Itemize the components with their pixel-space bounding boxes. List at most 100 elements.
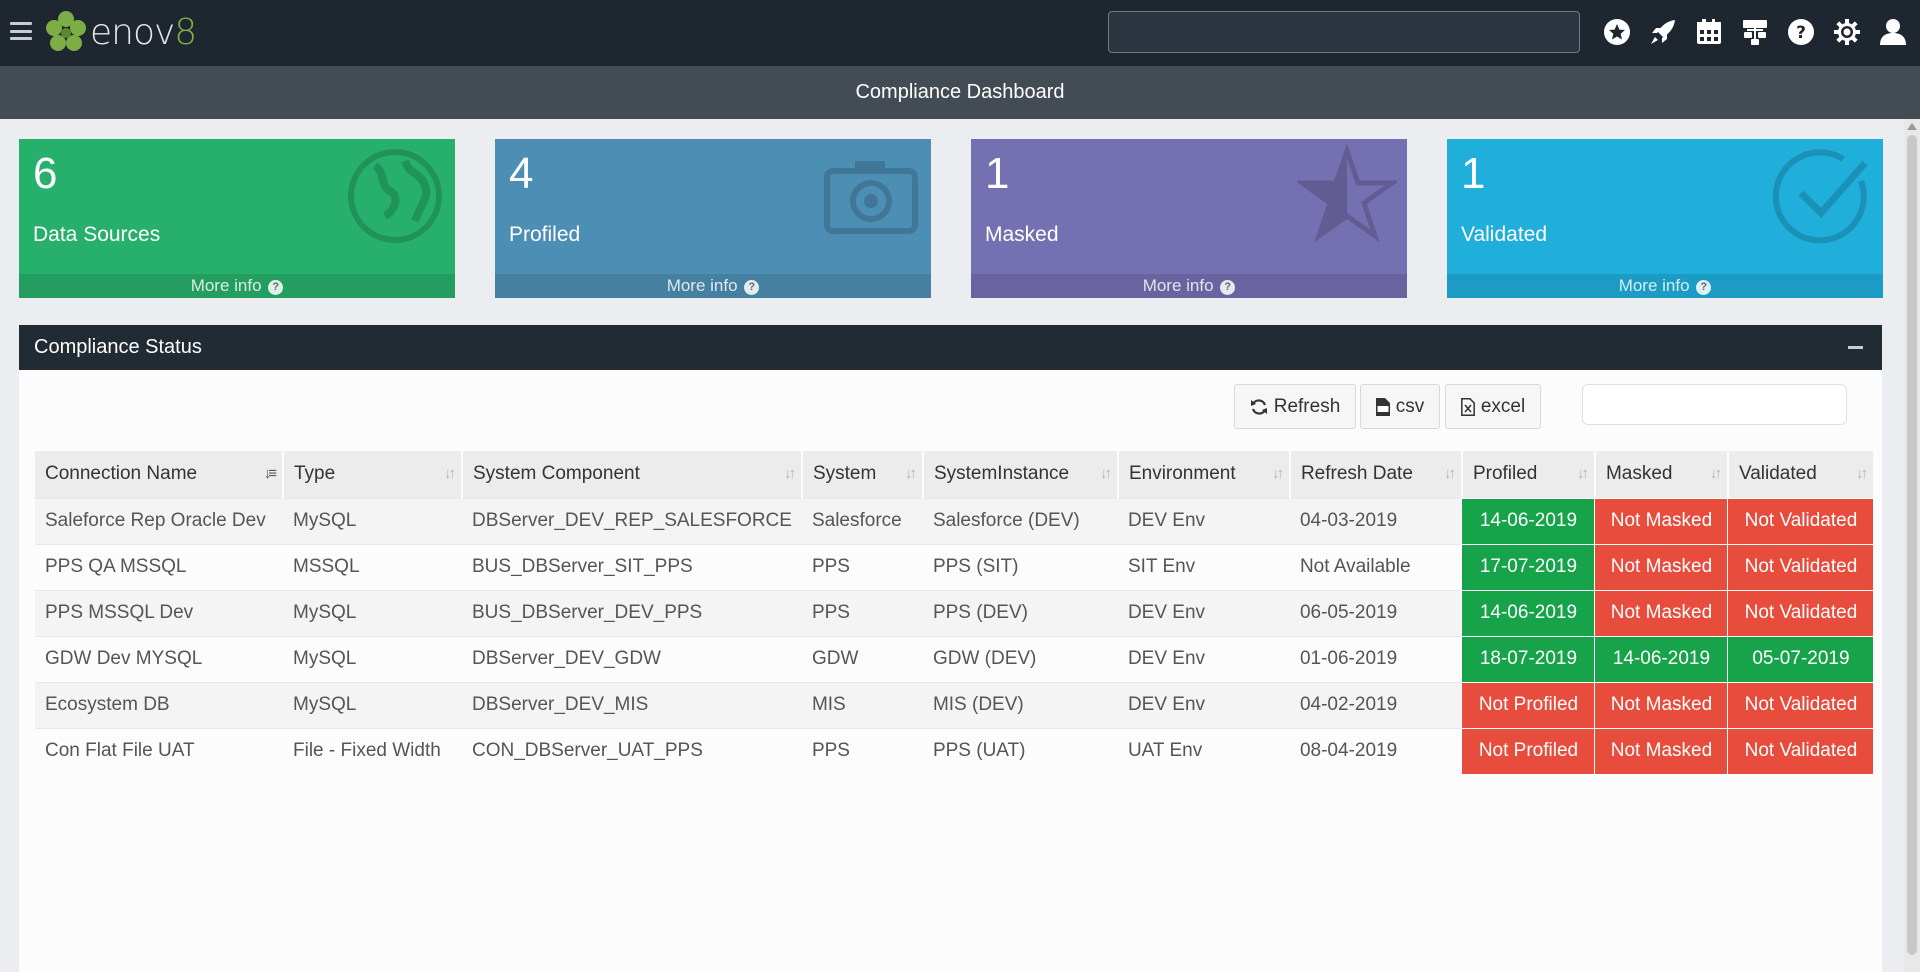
help-icon: ? [1220,280,1236,295]
csv-file-icon [1375,397,1390,416]
help-icon: ? [744,280,760,295]
status-profiled: 14-06-2019 [1461,497,1596,545]
profiled-more-info[interactable]: More info ? [495,274,931,298]
profiled-box: 4 Profiled More info ? [495,139,931,298]
col-validated[interactable]: Validated ↓↑ [1727,451,1875,498]
rocket-icon[interactable] [1646,14,1680,50]
table-row[interactable]: Con Flat File UAT File - Fixed Width CON_D… [35,727,1875,775]
table-row[interactable]: Saleforce Rep Oracle Dev MySQL DBServer_DE… [35,497,1875,545]
status-masked: Not Masked [1594,589,1729,637]
cell-component: BUS_DBServer_DEV_PPS [462,589,802,636]
data-sources-box: 6 Data Sources More info ? [19,139,455,298]
cell-refresh: 08-04-2019 [1289,727,1462,774]
cell-environment: UAT Env [1117,727,1290,774]
col-profiled[interactable]: Profiled ↓↑ [1461,451,1596,498]
col-connection-name[interactable]: Connection Name ↓≡ [35,451,284,498]
top-navbar: enov8 ? [0,0,1920,66]
data-sources-more-info[interactable]: More info ? [19,274,455,298]
status-validated: Not Validated [1727,497,1875,545]
masked-box: 1 Masked More info ? [971,139,1407,298]
collapse-icon[interactable] [1848,346,1863,349]
excel-button[interactable]: excel [1445,384,1541,429]
global-search-input[interactable] [1108,11,1580,53]
sort-icon: ↓↑ [904,465,917,482]
cell-component: BUS_DBServer_SIT_PPS [462,543,802,590]
col-refresh-date[interactable]: Refresh Date ↓↑ [1289,451,1463,498]
user-icon[interactable] [1876,14,1910,50]
status-masked: Not Masked [1594,543,1729,591]
col-masked[interactable]: Masked ↓↑ [1594,451,1729,498]
status-validated: Not Validated [1727,543,1875,591]
vertical-scrollbar[interactable] [1904,119,1920,972]
logo-text: enov8 [90,11,197,53]
cell-type: File - Fixed Width [283,727,462,774]
refresh-icon [1250,398,1267,415]
cell-type: MySQL [283,681,462,728]
enov8-logo[interactable]: enov8 [44,8,197,56]
cell-component: CON_DBServer_UAT_PPS [462,727,802,774]
status-masked: 14-06-2019 [1594,635,1729,683]
sort-icon: ↓↑ [1271,465,1284,482]
validated-more-info[interactable]: More info ? [1447,274,1883,298]
gear-icon[interactable] [1830,14,1864,50]
status-profiled: 18-07-2019 [1461,635,1596,683]
cell-instance: PPS (UAT) [922,727,1118,774]
cell-connection: PPS MSSQL Dev [35,589,283,636]
csv-button[interactable]: csv [1360,384,1440,429]
status-profiled: Not Profiled [1461,727,1596,775]
table-row[interactable]: Ecosystem DB MySQL DBServer_DEV_MIS MIS MIS … [35,681,1875,729]
sort-icon: ↓↑ [1443,465,1456,482]
cell-type: MySQL [283,635,462,682]
cell-system: PPS [801,727,923,774]
cell-refresh: Not Available [1289,543,1462,590]
cell-connection: Saleforce Rep Oracle Dev [35,497,283,544]
col-type[interactable]: Type ↓↑ [283,451,463,498]
cell-type: MySQL [283,497,462,544]
sort-desc-icon: ↓≡ [263,465,277,482]
star-icon[interactable] [1600,14,1634,50]
table-row[interactable]: PPS QA MSSQL MSSQL BUS_DBServer_SIT_PPS PPS… [35,543,1875,591]
cell-system: GDW [801,635,923,682]
cell-component: DBServer_DEV_GDW [462,635,802,682]
cell-environment: DEV Env [1117,497,1290,544]
masked-more-info[interactable]: More info ? [971,274,1407,298]
sort-icon: ↓↑ [1099,465,1112,482]
status-profiled: 14-06-2019 [1461,589,1596,637]
scroll-up-arrow-icon[interactable] [1907,123,1917,130]
col-environment[interactable]: Environment ↓↑ [1117,451,1291,498]
cell-type: MySQL [283,589,462,636]
cell-connection: GDW Dev MYSQL [35,635,283,682]
table-row[interactable]: PPS MSSQL Dev MySQL BUS_DBServer_DEV_PPS PP… [35,589,1875,637]
profiled-label: Profiled [509,223,581,246]
help-icon: ? [268,280,284,295]
cell-connection: PPS QA MSSQL [35,543,283,590]
cell-refresh: 04-03-2019 [1289,497,1462,544]
cell-connection: Ecosystem DB [35,681,283,728]
refresh-button[interactable]: Refresh [1234,384,1356,429]
cell-connection: Con Flat File UAT [35,727,283,774]
panel-title: Compliance Status [34,336,202,358]
help-icon[interactable]: ? [1784,14,1818,50]
org-chart-icon[interactable] [1738,14,1772,50]
cell-refresh: 04-02-2019 [1289,681,1462,728]
validated-box: 1 Validated More info ? [1447,139,1883,298]
col-system-instance[interactable]: SystemInstance ↓↑ [922,451,1119,498]
menu-toggle-icon[interactable] [10,22,32,40]
compliance-table: Connection Name ↓≡ Type ↓↑ System Componen… [35,451,1875,775]
cell-system: MIS [801,681,923,728]
camera-icon [824,161,918,234]
panel-header: Compliance Status [19,325,1882,370]
cell-environment: DEV Env [1117,589,1290,636]
sort-icon: ↓↑ [783,465,796,482]
col-system[interactable]: System ↓↑ [801,451,924,498]
col-system-component[interactable]: System Component ↓↑ [462,451,803,498]
status-profiled: Not Profiled [1461,681,1596,729]
table-search-input[interactable] [1582,384,1847,425]
scroll-thumb[interactable] [1907,135,1917,955]
table-row[interactable]: GDW Dev MYSQL MySQL DBServer_DEV_GDW GDW GDW… [35,635,1875,683]
sort-icon: ↓↑ [1709,465,1722,482]
cell-system: Salesforce [801,497,923,544]
masked-count: 1 [985,149,1010,198]
cell-instance: PPS (DEV) [922,589,1118,636]
calendar-icon[interactable] [1692,14,1726,50]
